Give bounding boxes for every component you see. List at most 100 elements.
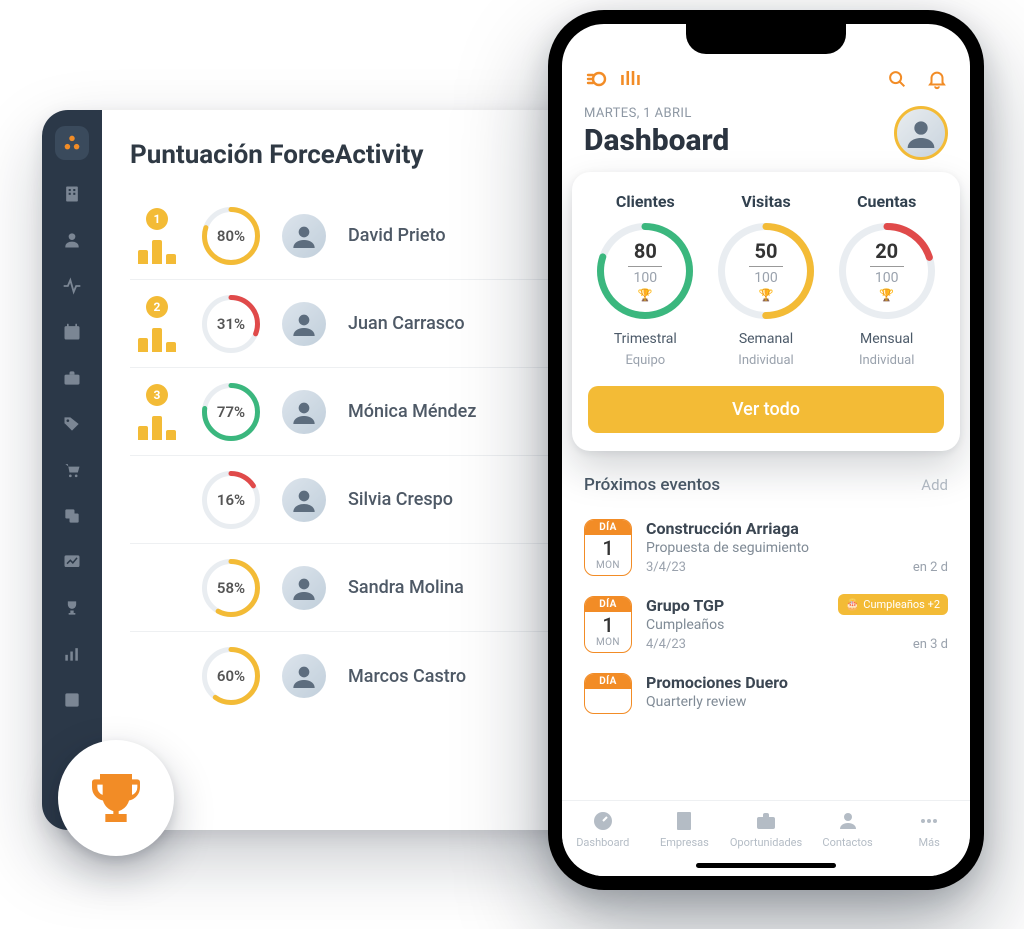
kpi-label: Cuentas	[857, 192, 916, 211]
sidebar-item-report-icon[interactable]	[52, 680, 92, 720]
sidebar-item-briefcase-icon[interactable]	[52, 358, 92, 398]
event-date: 4/4/23	[646, 637, 686, 652]
day-chip: DÍA 1 MON	[584, 519, 632, 576]
event-subtitle: Propuesta de seguimiento	[646, 540, 948, 556]
app-logo-icon[interactable]	[584, 66, 610, 92]
ranking-list: Puntuación ForceActivity 1 80% David Pri…	[102, 110, 602, 830]
sidebar-item-user-icon[interactable]	[52, 220, 92, 260]
event-subtitle: Quarterly review	[646, 694, 948, 710]
rank-badge: 2	[134, 296, 180, 352]
ranking-row[interactable]: 1 80% David Prieto	[130, 192, 574, 280]
sidebar-item-bars-icon[interactable]	[52, 634, 92, 674]
percent-ring: 77%	[202, 383, 260, 441]
user-name: David Prieto	[348, 225, 446, 246]
kpi-scope: Individual	[859, 353, 914, 368]
percent-ring: 31%	[202, 295, 260, 353]
bell-icon[interactable]	[926, 68, 948, 90]
trophy-badge	[58, 740, 174, 856]
sidebar-item-chart-icon[interactable]	[52, 542, 92, 582]
day-chip-label: DÍA	[585, 597, 631, 612]
user-avatar	[282, 302, 326, 346]
day-chip-dow	[585, 690, 631, 694]
user-avatar	[282, 478, 326, 522]
ranking-row[interactable]: 3 77% Mónica Méndez	[130, 368, 574, 456]
kpi-period: Mensual	[860, 331, 913, 347]
percent-ring: 80%	[202, 207, 260, 265]
day-chip-label: DÍA	[585, 520, 631, 535]
percent-ring: 60%	[202, 647, 260, 705]
tab-mas[interactable]: Más	[895, 809, 963, 849]
kpi-gauge: 20 100 🏆	[839, 223, 935, 319]
phone-frame: ıllı MARTES, 1 ABRIL Dashboard	[548, 10, 984, 890]
percent-ring: 16%	[202, 471, 260, 529]
kpi-scope: Individual	[738, 353, 793, 368]
event-relative: en 2 d	[913, 560, 948, 575]
user-name: Marcos Castro	[348, 666, 466, 687]
panel-title: Puntuación ForceActivity	[130, 140, 574, 170]
ranking-row[interactable]: 2 31% Juan Carrasco	[130, 280, 574, 368]
rank-badge: 3	[134, 384, 180, 440]
sidebar-item-trophy-icon[interactable]	[52, 588, 92, 628]
sidebar-item-tag-icon[interactable]	[52, 404, 92, 444]
event-relative: en 3 d	[913, 637, 948, 652]
kpi-scope: Equipo	[625, 353, 665, 368]
cake-icon: 🎂	[846, 598, 860, 611]
kpi-column[interactable]: Clientes 80 100 🏆 Trimestral Equipo	[588, 192, 703, 368]
user-avatar	[282, 566, 326, 610]
user-name: Silvia Crespo	[348, 489, 453, 510]
kpi-label: Visitas	[741, 192, 790, 211]
rank-badge: 1	[134, 208, 180, 264]
sidebar-item-activity-icon[interactable]	[52, 266, 92, 306]
kpi-column[interactable]: Visitas 50 100 🏆 Semanal Individual	[709, 192, 824, 368]
add-event-button[interactable]: Add	[921, 476, 948, 494]
view-all-button[interactable]: Ver todo	[588, 386, 944, 433]
event-title: Promociones Duero	[646, 673, 948, 692]
ranking-row[interactable]: 58% Sandra Molina	[130, 544, 574, 632]
sidebar-item-copy-icon[interactable]	[52, 496, 92, 536]
tab-dashboard[interactable]: Dashboard	[569, 809, 637, 849]
rank-number: 1	[146, 208, 168, 230]
desktop-panel: Puntuación ForceActivity 1 80% David Pri…	[42, 110, 602, 830]
sidebar-item-calendar-icon[interactable]	[52, 312, 92, 352]
event-subtitle: Cumpleaños	[646, 617, 948, 633]
search-icon[interactable]	[886, 68, 908, 90]
sidebar	[42, 110, 102, 830]
podium-icon	[138, 240, 176, 264]
kpi-gauge: 50 100 🏆	[718, 223, 814, 319]
sidebar-item-company-icon[interactable]	[52, 174, 92, 214]
event-date: 3/4/23	[646, 560, 686, 575]
kpi-period: Trimestral	[614, 331, 677, 347]
user-name: Mónica Méndez	[348, 401, 476, 422]
user-avatar	[282, 654, 326, 698]
events-section: Próximos eventos Add DÍA 1 MON Construcc…	[562, 451, 970, 800]
ranking-row[interactable]: 16% Silvia Crespo	[130, 456, 574, 544]
phone-notch	[686, 24, 846, 54]
day-chip-number: 1	[585, 612, 631, 637]
tab-empresas[interactable]: Empresas	[650, 809, 718, 849]
user-name: Juan Carrasco	[348, 313, 465, 334]
pulse-icon[interactable]: ıllı	[620, 69, 641, 90]
podium-icon	[138, 416, 176, 440]
day-chip: DÍA	[584, 673, 632, 714]
kpi-label: Clientes	[616, 192, 675, 211]
user-avatar	[282, 214, 326, 258]
day-chip-dow: MON	[585, 560, 631, 575]
rank-number: 2	[146, 296, 168, 318]
profile-avatar[interactable]	[894, 106, 948, 160]
rank-number: 3	[146, 384, 168, 406]
event-item[interactable]: DÍA 1 MON Construcción Arriaga Propuesta…	[584, 509, 948, 586]
kpi-period: Semanal	[739, 331, 793, 347]
day-chip-label: DÍA	[585, 674, 631, 689]
podium-icon	[138, 328, 176, 352]
tab-oportunidades[interactable]: Oportunidades	[732, 809, 800, 849]
event-item[interactable]: DÍA 1 MON Grupo TGP Cumpleaños 4/4/23 en…	[584, 586, 948, 663]
tab-contactos[interactable]: Contactos	[814, 809, 882, 849]
brand-logo[interactable]	[55, 126, 89, 160]
ranking-row[interactable]: 60% Marcos Castro	[130, 632, 574, 720]
day-chip-number: 1	[585, 535, 631, 560]
sidebar-item-cart-icon[interactable]	[52, 450, 92, 490]
event-item[interactable]: DÍA Promociones Duero Quarterly review	[584, 663, 948, 724]
home-indicator	[696, 863, 836, 868]
kpi-gauge: 80 100 🏆	[597, 223, 693, 319]
kpi-column[interactable]: Cuentas 20 100 🏆 Mensual Individual	[829, 192, 944, 368]
